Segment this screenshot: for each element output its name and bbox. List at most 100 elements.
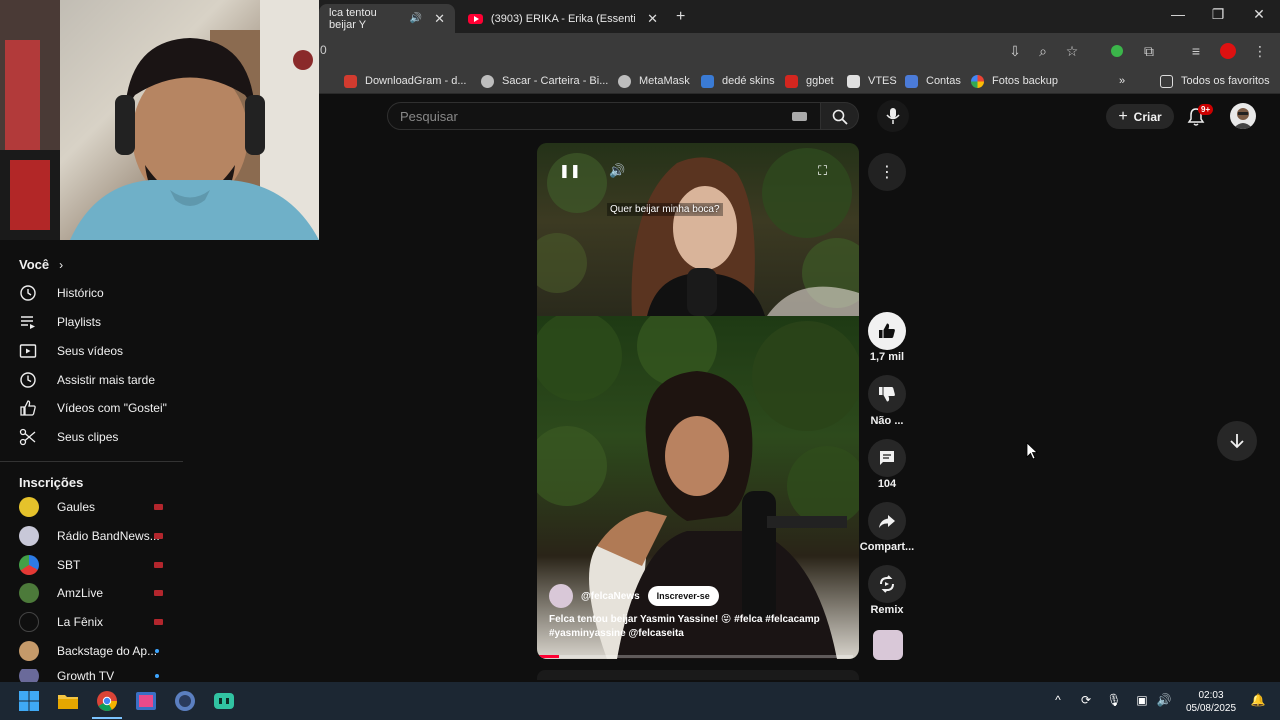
close-window-icon[interactable]: ✕ bbox=[1244, 6, 1274, 23]
short-title[interactable]: Felca tentou beijar Yasmin Yassine! 😝 #f… bbox=[549, 613, 849, 641]
bookmark-contas[interactable]: Contas bbox=[905, 73, 961, 89]
bookmark-metamask[interactable]: MetaMask bbox=[618, 73, 690, 89]
channel-handle[interactable]: @felcaNews bbox=[581, 591, 640, 602]
dislike-label: Não ... bbox=[870, 415, 904, 427]
audio-track-thumbnail[interactable] bbox=[873, 630, 903, 660]
share-button[interactable] bbox=[868, 502, 906, 540]
more-bookmarks-icon[interactable]: » bbox=[1119, 73, 1125, 89]
sidebar-item-watch-later[interactable]: Assistir mais tarde bbox=[19, 370, 183, 390]
remix-button[interactable] bbox=[868, 565, 906, 603]
next-short-button[interactable] bbox=[1217, 421, 1257, 461]
sidebar-item-playlists[interactable]: Playlists bbox=[19, 312, 183, 332]
extensions-icon[interactable]: ⧉ bbox=[1140, 42, 1158, 60]
close-tab-icon[interactable]: ✕ bbox=[434, 11, 445, 27]
comments-button[interactable] bbox=[868, 439, 906, 477]
shield-icon bbox=[905, 74, 918, 88]
webcam-overlay bbox=[0, 0, 319, 240]
windows-start-icon[interactable] bbox=[17, 689, 41, 713]
live-indicator-icon bbox=[154, 590, 163, 596]
obs-icon[interactable] bbox=[173, 689, 197, 713]
search-box[interactable]: Pesquisar bbox=[387, 102, 821, 130]
remix-icon bbox=[880, 575, 894, 593]
your-videos-icon bbox=[19, 344, 37, 358]
account-avatar[interactable] bbox=[1230, 103, 1256, 129]
notification-center-icon[interactable]: 🔔 bbox=[1250, 693, 1266, 709]
sidebar-item-clips[interactable]: Seus clipes bbox=[19, 427, 183, 447]
bookmark-dede-skins[interactable]: dedé skins bbox=[701, 73, 775, 89]
tab-current[interactable]: lca tentou beijar Y 🔊 ✕ bbox=[319, 4, 455, 33]
subscribe-button[interactable]: Inscrever-se bbox=[647, 586, 719, 606]
search-button[interactable] bbox=[821, 102, 859, 130]
all-bookmarks-folder[interactable]: Todos os favoritos bbox=[1160, 73, 1270, 89]
sidebar-item-history[interactable]: Histórico bbox=[19, 283, 183, 303]
tray-overflow-icon[interactable]: ^ bbox=[1050, 693, 1066, 709]
create-button[interactable]: + Criar bbox=[1106, 104, 1174, 129]
tab-erika[interactable]: (3903) ERIKA - Erika (Essential T ✕ bbox=[458, 4, 668, 33]
mic-tray-icon[interactable]: 🎙 bbox=[1106, 693, 1122, 709]
subscription-radio-bandnews[interactable]: Rádio BandNews... bbox=[19, 526, 183, 546]
next-short-peek[interactable] bbox=[537, 670, 859, 680]
fullscreen-icon[interactable]: ⛶ bbox=[818, 163, 827, 179]
live-indicator-icon bbox=[154, 533, 163, 539]
bookmark-vtes[interactable]: VTES bbox=[847, 73, 897, 89]
keyboard-icon[interactable] bbox=[792, 112, 807, 121]
plus-icon: + bbox=[1118, 107, 1128, 125]
sync-icon[interactable]: ⟳ bbox=[1078, 693, 1094, 709]
search-input[interactable]: Pesquisar bbox=[400, 109, 458, 124]
address-bar[interactable]: 0 bbox=[320, 43, 327, 57]
chrome-icon[interactable] bbox=[95, 689, 119, 713]
channel-avatar bbox=[19, 669, 39, 682]
subscription-sbt[interactable]: SBT bbox=[19, 555, 183, 575]
live-indicator-icon bbox=[154, 504, 163, 510]
dislike-button[interactable] bbox=[868, 375, 906, 413]
globe-icon bbox=[481, 74, 494, 88]
bookmark-sacar[interactable]: Sacar - Carteira - Bi... bbox=[481, 73, 608, 89]
short-progress-bar[interactable] bbox=[537, 655, 853, 658]
volume-icon[interactable]: 🔊 bbox=[609, 163, 625, 179]
bookmark-ggbet[interactable]: ggbet bbox=[785, 73, 834, 89]
channel-avatar[interactable] bbox=[549, 584, 573, 608]
volume-tray-icon[interactable]: 🔊 bbox=[1156, 693, 1172, 709]
comment-count: 104 bbox=[877, 478, 897, 490]
capture-app-icon[interactable] bbox=[134, 689, 158, 713]
more-options-button[interactable]: ⋮ bbox=[868, 153, 906, 191]
restore-icon[interactable]: ❐ bbox=[1203, 6, 1233, 23]
streamlabs-icon[interactable] bbox=[212, 689, 236, 713]
new-content-dot-icon bbox=[155, 649, 159, 653]
browser-menu-icon[interactable]: ⋮ bbox=[1251, 42, 1269, 60]
photos-icon bbox=[971, 74, 984, 88]
sidebar-item-liked-videos[interactable]: Vídeos com "Gostei" bbox=[19, 398, 183, 418]
profile-icon[interactable] bbox=[1219, 42, 1237, 60]
media-control-icon[interactable]: ≡ bbox=[1187, 42, 1205, 60]
voice-search-button[interactable] bbox=[877, 100, 909, 132]
bookmark-fotos-backup[interactable]: Fotos backup bbox=[971, 73, 1058, 89]
subscription-amzlive[interactable]: AmzLive bbox=[19, 583, 183, 603]
video-caption-overlay: Quer beijar minha boca? bbox=[607, 203, 723, 216]
close-tab-icon[interactable]: ✕ bbox=[647, 11, 658, 27]
minimize-icon[interactable]: — bbox=[1163, 6, 1193, 22]
short-video-player[interactable]: ❚❚ 🔊 ⛶ Quer beijar minha boca? @felcaNew… bbox=[537, 143, 859, 659]
subscription-gaules[interactable]: Gaules bbox=[19, 497, 183, 517]
like-button[interactable] bbox=[868, 312, 906, 350]
taskbar-clock[interactable]: 02:03 05/08/2025 bbox=[1180, 689, 1242, 715]
zoom-icon[interactable]: ⌕ bbox=[1034, 42, 1052, 60]
pause-icon[interactable]: ❚❚ bbox=[559, 163, 581, 179]
new-tab-icon[interactable]: + bbox=[676, 8, 685, 26]
speaker-icon[interactable]: 🔊 bbox=[410, 13, 422, 24]
network-icon[interactable]: ▣ bbox=[1134, 693, 1150, 709]
bookmark-downloadgram[interactable]: DownloadGram - d... bbox=[344, 73, 466, 89]
install-app-icon[interactable]: ⇩ bbox=[1006, 42, 1024, 60]
subscription-growth-tv[interactable]: Growth TV bbox=[19, 669, 183, 682]
live-indicator-icon bbox=[154, 619, 163, 625]
file-explorer-icon[interactable] bbox=[56, 689, 80, 713]
sidebar-item-your-videos[interactable]: Seus vídeos bbox=[19, 341, 183, 361]
subscription-la-fenix[interactable]: La Fênix bbox=[19, 612, 183, 632]
you-section-header[interactable]: Você › bbox=[19, 257, 63, 272]
extension-green-icon[interactable] bbox=[1108, 42, 1126, 60]
channel-avatar bbox=[19, 555, 39, 575]
youtube-favicon-icon bbox=[468, 13, 483, 24]
bookmark-star-icon[interactable]: ☆ bbox=[1063, 42, 1081, 60]
vtes-icon bbox=[847, 74, 860, 88]
short-channel-row: @felcaNews Inscrever-se bbox=[549, 584, 719, 608]
subscription-backstage[interactable]: Backstage do Ap... bbox=[19, 641, 183, 661]
